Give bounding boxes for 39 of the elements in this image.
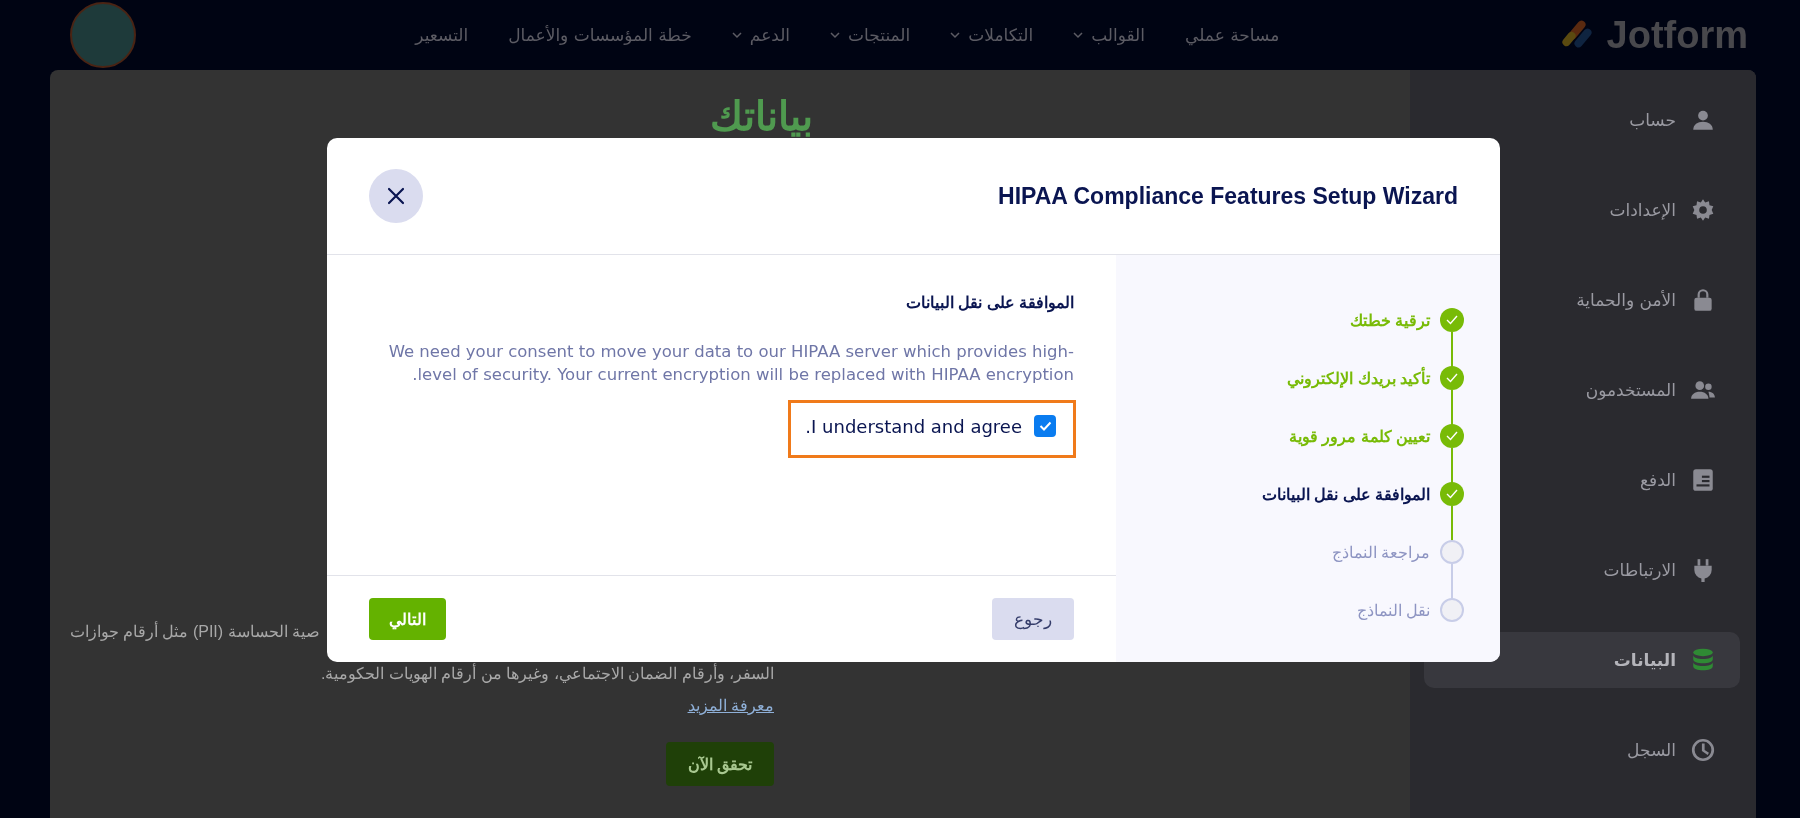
database-icon — [1690, 647, 1716, 673]
paragraph-text: السفر، وأرقام الضمان الاجتماعي، وغيرها من أرقام الهويات الحكومية. — [321, 664, 774, 683]
step-label[interactable]: مراجعة النماذج — [1331, 542, 1430, 562]
description-text: We need your consent to move your data to our HIPAA server which provides high-level of security. Your current encryption will be replaced with HIPAA encryption. — [387, 341, 1074, 387]
settings-icon — [1690, 197, 1716, 223]
check-now-button[interactable]: تحقق الآن — [665, 742, 774, 786]
learn-more-link[interactable]: معرفة المزيد — [687, 696, 774, 715]
clock-icon — [1690, 737, 1716, 763]
chevron-icon — [950, 31, 961, 39]
chevron-icon — [830, 31, 841, 39]
nav-item[interactable]: التسعير — [415, 25, 469, 45]
check-icon — [1038, 421, 1052, 432]
checkbox[interactable] — [1034, 415, 1056, 438]
step-label[interactable]: تعيين كلمة مرور قوية — [1288, 426, 1430, 446]
back-button[interactable]: رجوع — [992, 598, 1074, 640]
step-label[interactable]: الموافقة على نقل البيانات — [1261, 484, 1430, 504]
nav-item[interactable]: القوالب — [1073, 25, 1145, 45]
nav-item[interactable]: خطة المؤسسات والأعمال — [508, 25, 692, 45]
step-label[interactable]: تأكيد بريدك الإلكتروني — [1287, 368, 1430, 388]
chevron-icon — [731, 31, 742, 39]
sidebar-item[interactable]: السجل — [1424, 722, 1740, 778]
nav-item[interactable]: المنتجات — [830, 25, 911, 45]
chevron-icon — [1073, 31, 1084, 39]
step-label[interactable]: نقل النماذج — [1356, 600, 1430, 620]
section-title: الموافقة على نقل البيانات — [904, 293, 1074, 312]
close-icon — [387, 187, 405, 205]
nav-item[interactable]: الدعم — [731, 25, 791, 45]
logo-text[interactable]: Jotform — [1606, 13, 1748, 57]
nav-item[interactable]: التكاملات — [950, 25, 1034, 45]
next-button[interactable]: التالي — [369, 598, 446, 640]
invoice-icon — [1690, 467, 1716, 493]
sidebar-item[interactable]: حساب — [1424, 92, 1740, 148]
paragraph-text: صية الحساسة (PII) مثل أرقام جوازات — [69, 622, 320, 641]
nav-item[interactable]: مساحة عملي — [1185, 25, 1280, 45]
checkbox-label: I understand and agree. — [805, 415, 1022, 437]
close-button[interactable] — [369, 169, 423, 223]
dialog-title: HIPAA Compliance Features Setup Wizard — [998, 182, 1458, 210]
step-label[interactable]: ترقية خطتك — [1349, 310, 1430, 330]
page-title: بياناتك — [710, 92, 813, 139]
